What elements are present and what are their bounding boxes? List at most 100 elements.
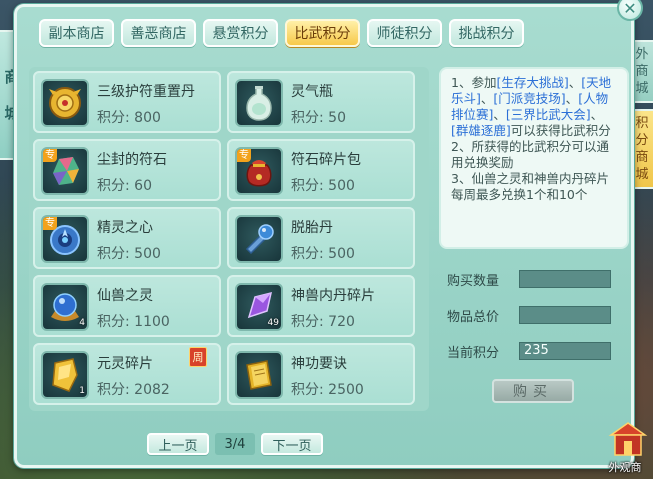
item-slot: 49 bbox=[235, 283, 283, 331]
total-price-value bbox=[519, 306, 611, 324]
right-tab-char: 城 bbox=[635, 167, 649, 182]
current-points-row: 当前积分 235 bbox=[447, 341, 611, 361]
tab-dungeon-shop[interactable]: 副本商店 bbox=[39, 19, 114, 47]
prev-page-label: 上一页 bbox=[158, 438, 198, 454]
tab-combat-points[interactable]: 比武积分 bbox=[285, 19, 360, 47]
item-card[interactable]: 灵气瓶 积分: 50 bbox=[227, 71, 415, 133]
item-card[interactable]: 专 符石碎片包 积分: 500 bbox=[227, 139, 415, 201]
item-name: 元灵碎片 bbox=[97, 356, 153, 372]
item-grid: 三级护符重置丹 积分: 800 灵气瓶 积分: 50 专 尘封的符石 积分: 6… bbox=[29, 67, 429, 411]
item-card[interactable]: 49 神兽内丹碎片 积分: 720 bbox=[227, 275, 415, 337]
item-score: 积分: 50 bbox=[291, 110, 346, 126]
vase-icon bbox=[246, 86, 272, 121]
quantity-row: 购买数量 bbox=[447, 269, 611, 289]
item-card[interactable]: 4 仙兽之灵 积分: 1100 bbox=[33, 275, 221, 337]
exclusive-tag: 专 bbox=[237, 149, 251, 162]
item-score: 积分: 720 bbox=[291, 314, 355, 330]
rule-1: 1、参加[生存大挑战]、[天地乐斗]、[门派竞技场]、[人物排位赛]、[三界比武… bbox=[451, 75, 619, 139]
event-link: [生存大挑战] bbox=[496, 75, 569, 90]
item-score: 积分: 2500 bbox=[291, 382, 364, 398]
rule-text: 、 bbox=[590, 107, 604, 122]
item-count: 4 bbox=[79, 318, 85, 328]
exclusive-tag: 专 bbox=[43, 217, 57, 230]
pagination: 上一页 3/4 下一页 bbox=[147, 433, 323, 455]
tab-label: 挑战积分 bbox=[458, 26, 515, 42]
item-name: 精灵之心 bbox=[97, 220, 153, 236]
item-score: 积分: 500 bbox=[291, 246, 355, 262]
right-tab-char: 城 bbox=[635, 81, 649, 96]
item-name: 脱胎丹 bbox=[291, 220, 333, 236]
tab-bounty-points[interactable]: 悬赏积分 bbox=[203, 19, 278, 47]
item-count: 1 bbox=[79, 386, 85, 396]
tab-label: 比武积分 bbox=[294, 26, 351, 42]
item-slot: 专 bbox=[41, 147, 89, 195]
weekly-limit-badge: 周 bbox=[189, 347, 207, 367]
tab-mentor-points[interactable]: 师徒积分 bbox=[367, 19, 442, 47]
tab-label: 善恶商店 bbox=[130, 26, 187, 42]
buy-button[interactable]: 购买 bbox=[492, 379, 574, 403]
item-slot: 4 bbox=[41, 283, 89, 331]
item-score: 积分: 500 bbox=[97, 246, 161, 262]
current-points-value: 235 bbox=[519, 342, 611, 360]
item-name: 尘封的符石 bbox=[97, 152, 167, 168]
item-name: 符石碎片包 bbox=[291, 152, 361, 168]
rule-text: 可以获得比武积分 bbox=[510, 123, 611, 138]
tab-challenge-points[interactable]: 挑战积分 bbox=[449, 19, 524, 47]
appearance-shop-label: 外观商 bbox=[608, 461, 642, 474]
item-slot: 专 bbox=[235, 147, 283, 195]
item-card[interactable]: 脱胎丹 积分: 500 bbox=[227, 207, 415, 269]
event-link: [三界比武大会] bbox=[505, 107, 591, 122]
rule-text: 、 bbox=[480, 91, 494, 106]
right-tab-char: 商 bbox=[635, 64, 649, 79]
rule-2: 2、所获得的比武积分可以通用兑换奖励 bbox=[451, 139, 609, 170]
rule-text: 、 bbox=[568, 75, 582, 90]
item-card[interactable]: 神功要诀 积分: 2500 bbox=[227, 343, 415, 405]
tab-label: 师徒积分 bbox=[376, 26, 433, 42]
rule-text: 1、参加 bbox=[451, 75, 497, 90]
item-name: 灵气瓶 bbox=[291, 84, 333, 100]
close-icon: ✕ bbox=[623, 0, 637, 18]
item-score: 积分: 800 bbox=[97, 110, 161, 126]
right-tab-char: 商 bbox=[635, 150, 649, 165]
quantity-label: 购买数量 bbox=[447, 273, 500, 289]
item-name: 三级护符重置丹 bbox=[97, 84, 195, 100]
exclusive-tag: 专 bbox=[43, 149, 57, 162]
item-card[interactable]: 三级护符重置丹 积分: 800 bbox=[33, 71, 221, 133]
item-score: 积分: 2082 bbox=[97, 382, 170, 398]
item-slot bbox=[235, 215, 283, 263]
right-tab-char: 外 bbox=[635, 47, 649, 62]
item-slot: 1 bbox=[41, 351, 89, 399]
event-link: [群雄逐鹿] bbox=[451, 123, 511, 138]
item-card[interactable]: 专 精灵之心 积分: 500 bbox=[33, 207, 221, 269]
shop-tabs: 副本商店 善恶商店 悬赏积分 比武积分 师徒积分 挑战积分 bbox=[39, 19, 524, 47]
total-price-row: 物品总价 bbox=[447, 305, 611, 325]
quantity-input[interactable] bbox=[519, 270, 611, 288]
rules-info-panel: 1、参加[生存大挑战]、[天地乐斗]、[门派竞技场]、[人物排位赛]、[三界比武… bbox=[439, 67, 629, 249]
item-slot bbox=[235, 351, 283, 399]
appearance-shop-button[interactable]: 外观商 bbox=[605, 419, 651, 475]
points-shop-window: ✕ 副本商店 善恶商店 悬赏积分 比武积分 师徒积分 挑战积分 三级护符重置丹 … bbox=[14, 0, 643, 468]
prev-page-button[interactable]: 上一页 bbox=[147, 433, 209, 455]
next-page-button[interactable]: 下一页 bbox=[261, 433, 323, 455]
rule-text: 、 bbox=[565, 91, 579, 106]
tab-karma-shop[interactable]: 善恶商店 bbox=[121, 19, 196, 47]
item-score: 积分: 60 bbox=[97, 178, 152, 194]
item-name: 仙兽之灵 bbox=[97, 288, 153, 304]
book-icon bbox=[246, 360, 272, 390]
item-slot bbox=[235, 79, 283, 127]
item-score: 积分: 1100 bbox=[97, 314, 170, 330]
item-card[interactable]: 专 尘封的符石 积分: 60 bbox=[33, 139, 221, 201]
item-name: 神兽内丹碎片 bbox=[291, 288, 375, 304]
item-count: 49 bbox=[267, 318, 279, 328]
appearance-shop-icon bbox=[608, 422, 648, 456]
amulet-icon bbox=[49, 87, 81, 119]
tab-label: 悬赏积分 bbox=[212, 26, 269, 42]
event-link: [门派竞技场] bbox=[493, 91, 566, 106]
rule-3: 3、仙兽之灵和神兽内丹碎片每周最多兑换1个和10个 bbox=[451, 171, 609, 202]
current-points-label: 当前积分 bbox=[447, 345, 500, 361]
total-price-label: 物品总价 bbox=[447, 309, 500, 325]
right-tab-char: 分 bbox=[635, 133, 649, 148]
item-card[interactable]: 1 元灵碎片 积分: 2082 周 bbox=[33, 343, 221, 405]
item-score: 积分: 500 bbox=[291, 178, 355, 194]
item-name: 神功要诀 bbox=[291, 356, 347, 372]
